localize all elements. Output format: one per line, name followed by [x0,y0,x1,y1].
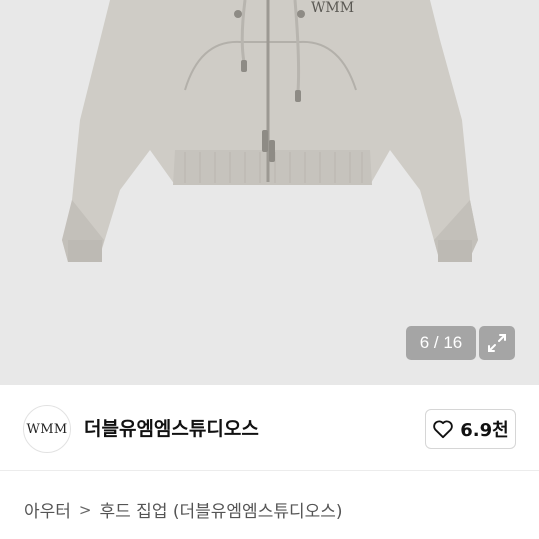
breadcrumb-category[interactable]: 아우터 [24,497,71,522]
breadcrumb: 아우터 > 후드 집업 (더블유엠엠스튜디오스) [24,497,343,523]
heart-outline-icon [433,420,454,439]
shop-name[interactable]: 더블유엠엠스튜디오스 [84,414,259,441]
shop-logo[interactable]: WMM [23,405,71,453]
shop-info-row[interactable]: WMM 더블유엠엠스튜디오스 6.9천 [0,385,539,471]
breadcrumb-subcategory[interactable]: 후드 집업 (더블유엠엠스튜디오스) [100,497,343,522]
breadcrumb-separator: > [78,500,92,519]
expand-icon [488,334,506,352]
follow-count: 6.9천 [460,420,509,441]
product-image-carousel[interactable]: WMM 6 / 16 [0,0,539,385]
image-page-counter: 6 / 16 [406,326,476,360]
brand-print: WMM [311,0,355,16]
follow-shop-button[interactable]: 6.9천 [425,409,516,449]
expand-image-button[interactable] [479,326,515,360]
